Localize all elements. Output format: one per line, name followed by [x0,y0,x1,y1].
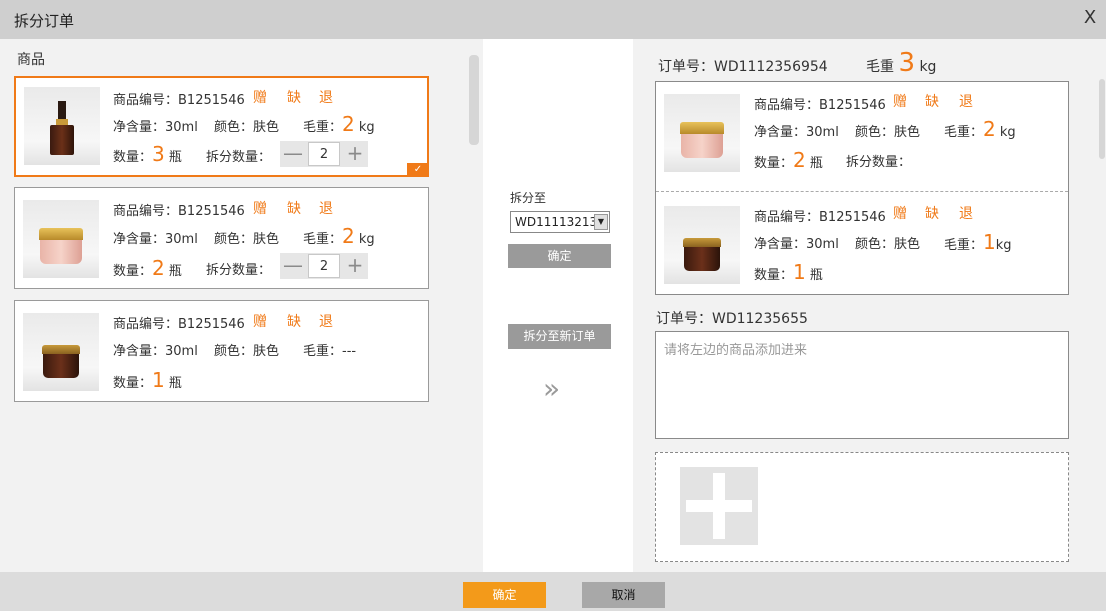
return-button[interactable]: 退 [959,91,973,111]
add-order-area[interactable] [655,452,1069,562]
product-volume: 净含量：30ml [113,344,198,359]
product-card-2[interactable]: 商品编号：B1251546 赠 缺 退 净含量：30ml 颜色：肤色 毛重：2 … [14,187,429,289]
product-color: 颜色：肤色 [214,232,280,247]
left-scrollbar[interactable] [469,55,479,145]
split-quantity-label: 拆分数量： [846,155,912,170]
product-image [23,200,99,278]
split-quantity-input[interactable] [308,254,340,278]
minus-icon[interactable]: — [280,253,306,279]
product-code: 商品编号：B1251546 [113,317,245,332]
add-plus-icon[interactable] [680,467,758,545]
plus-icon[interactable]: + [342,141,368,167]
gift-button[interactable]: 赠 [893,91,907,111]
product-quantity: 数量：3 瓶 [113,142,182,166]
plus-icon[interactable]: + [342,253,368,279]
product-weight: 毛重：2 kg [303,112,375,136]
split-quantity-stepper: — + [280,253,368,279]
quantity-value: 2 [793,148,806,172]
cancel-button[interactable]: 取消 [582,582,665,608]
split-confirm-button[interactable]: 确定 [508,244,611,268]
split-quantity-label: 拆分数量： [206,263,272,278]
product-color: 颜色：肤色 [214,344,280,359]
product-quantity: 数量：2 瓶 [113,256,182,280]
product-volume: 净含量：30ml [754,237,839,252]
gift-button[interactable]: 赠 [253,198,267,218]
product-weight: 毛重：--- [303,344,357,359]
return-button[interactable]: 退 [319,311,333,331]
confirm-button[interactable]: 确定 [463,582,546,608]
target-order-select[interactable]: WD11113213 ▼ [510,211,610,233]
dialog-title: 拆分订单 [14,12,75,30]
gift-button[interactable]: 赠 [253,87,267,107]
minus-icon[interactable]: — [280,141,306,167]
split-quantity-stepper: — + [280,141,368,167]
close-icon[interactable]: X [1080,7,1100,28]
product-code: 商品编号：B1251546 [754,210,886,225]
order-1-items: 商品编号：B1251546 赠 缺 退 净含量：30ml 颜色：肤色 毛重：2 … [655,81,1069,295]
product-quantity: 数量：1 瓶 [754,260,823,284]
product-code: 商品编号：B1251546 [113,93,245,108]
product-weight: 毛重：2 kg [303,224,375,248]
product-quantity: 数量：2 瓶 [754,148,823,172]
split-quantity-label: 拆分数量： [206,150,272,165]
product-list-panel: 商品 商品编号：B1251546 赠 缺 退 净含量：30ml 颜色：肤色 毛重… [0,39,483,572]
quantity-value: 1 [152,368,165,392]
item-divider [656,191,1068,192]
product-weight: 毛重：2 kg [944,117,1016,141]
product-color: 颜色：肤色 [855,125,921,140]
product-image [664,94,740,172]
product-color: 颜色：肤色 [855,237,921,252]
product-weight: 毛重：1kg [944,230,1012,254]
dialog-titlebar: 拆分订单 X [0,0,1106,39]
product-card-3[interactable]: 商品编号：B1251546 赠 缺 退 净含量：30ml 颜色：肤色 毛重：--… [14,300,429,402]
check-icon: ✓ [407,163,429,177]
return-button[interactable]: 退 [319,87,333,107]
weight-value: 2 [342,224,355,248]
product-code: 商品编号：B1251546 [113,204,245,219]
order-panel: 订单号：WD1112356954 毛重 3 kg 商品编号：B1251546 赠… [633,39,1106,572]
split-to-new-order-button[interactable]: 拆分至新订单 [508,324,611,349]
product-volume: 净含量：30ml [113,120,198,135]
order-number-2: 订单号：WD11235655 [656,311,808,327]
product-image [664,206,740,284]
target-order-value: WD11113213 [515,215,595,229]
return-button[interactable]: 退 [959,203,973,223]
shortage-button[interactable]: 缺 [287,87,301,107]
double-chevron-right-icon: » [543,372,560,405]
product-card-1[interactable]: 商品编号：B1251546 赠 缺 退 净含量：30ml 颜色：肤色 毛重：2 … [14,76,429,177]
return-button[interactable]: 退 [319,198,333,218]
split-controls: 拆分至 WD11113213 ▼ 确定 拆分至新订单 » [483,39,633,572]
weight-value: 1 [983,230,996,254]
split-quantity-input[interactable] [308,142,340,166]
product-color: 颜色：肤色 [214,120,280,135]
product-image [23,313,99,391]
weight-value: 2 [983,117,996,141]
product-volume: 净含量：30ml [754,125,839,140]
product-volume: 净含量：30ml [113,232,198,247]
quantity-value: 1 [793,260,806,284]
right-scrollbar[interactable] [1099,79,1105,159]
shortage-button[interactable]: 缺 [287,198,301,218]
product-quantity: 数量：1 瓶 [113,368,182,392]
order-number-1: 订单号：WD1112356954 [658,59,828,75]
quantity-value: 2 [152,256,165,280]
order-2-dropzone[interactable]: 请将左边的商品添加进来 [655,331,1069,439]
weight-value: 2 [342,112,355,136]
dialog-footer: 确定 取消 [0,572,1106,611]
shortage-button[interactable]: 缺 [925,203,939,223]
shortage-button[interactable]: 缺 [287,311,301,331]
product-list-heading: 商品 [17,52,45,68]
gift-button[interactable]: 赠 [893,203,907,223]
product-image [24,87,100,165]
product-code: 商品编号：B1251546 [754,98,886,113]
shortage-button[interactable]: 缺 [925,91,939,111]
gift-button[interactable]: 赠 [253,311,267,331]
quantity-value: 3 [152,142,165,166]
order-gross-weight: 毛重 3 kg [866,48,937,78]
gross-weight-value: 3 [898,48,915,78]
split-to-label: 拆分至 [510,191,547,205]
dropzone-placeholder: 请将左边的商品添加进来 [664,343,808,358]
dropdown-arrow-icon[interactable]: ▼ [594,214,608,230]
